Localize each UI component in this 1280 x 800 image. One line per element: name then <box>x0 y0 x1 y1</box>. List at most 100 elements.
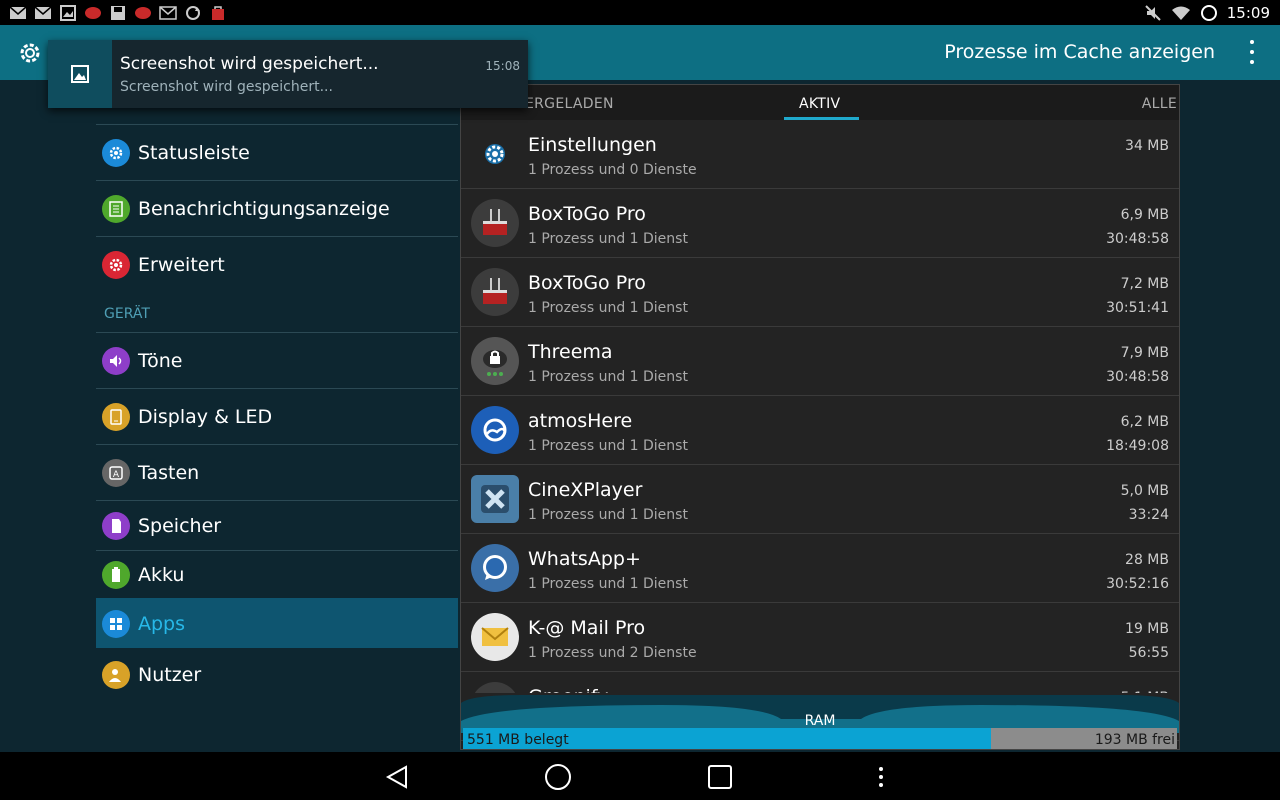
app-name: BoxToGo Pro <box>528 203 646 225</box>
sd-card-icon <box>102 511 130 540</box>
app-name: atmosHere <box>528 410 633 432</box>
list-item[interactable]: Threema 1 Prozess und 1 Dienst 7,9 MB 30… <box>461 327 1179 396</box>
sidebar-item-erweitert[interactable]: Erweitert <box>96 236 458 292</box>
list-item[interactable]: BoxToGo Pro 1 Prozess und 1 Dienst 6,9 M… <box>461 189 1179 258</box>
notification-subtitle: Screenshot wird gespeichert... <box>120 79 333 95</box>
mail-app-icon <box>471 613 519 661</box>
app-memory: 7,9 MB <box>1120 345 1169 361</box>
app-process-info: 1 Prozess und 1 Dienst <box>528 507 688 523</box>
key-icon: A <box>102 458 130 487</box>
notification-time: 15:08 <box>485 59 520 73</box>
app-name: WhatsApp+ <box>528 548 641 570</box>
sidebar-item-label: Nutzer <box>138 664 202 686</box>
tab-bar: ERGELADEN AKTIV ALLE <box>461 85 1179 120</box>
list-item[interactable]: CineXPlayer 1 Prozess und 1 Dienst 5,0 M… <box>461 465 1179 534</box>
app-runtime: 56:55 <box>1128 645 1169 661</box>
app-runtime: 18:49:08 <box>1106 438 1169 454</box>
apps-icon <box>102 609 130 638</box>
back-icon[interactable] <box>382 762 412 792</box>
sidebar-item-label: Apps <box>138 612 186 635</box>
tab-downloaded[interactable]: ERGELADEN <box>525 96 614 112</box>
weather-icon <box>471 406 519 454</box>
sidebar-item-label: Speicher <box>138 514 222 537</box>
wifi-icon <box>1171 3 1191 22</box>
app-process-info: 1 Prozess und 1 Dienst <box>528 576 688 592</box>
ram-used-text: 551 MB belegt <box>467 732 569 748</box>
screenshot-notification[interactable]: Screenshot wird gespeichert... Screensho… <box>48 40 528 108</box>
list-item[interactable]: BoxToGo Pro 1 Prozess und 1 Dienst 7,2 M… <box>461 258 1179 327</box>
navigation-bar <box>0 752 1280 800</box>
mute-icon <box>1143 3 1163 22</box>
list-item[interactable]: WhatsApp+ 1 Prozess und 1 Dienst 28 MB 3… <box>461 534 1179 603</box>
sidebar-item-label: Töne <box>138 349 183 372</box>
list-icon <box>102 194 130 223</box>
status-bar: 15:09 <box>0 0 1280 25</box>
app-memory: 6,9 MB <box>1120 207 1169 223</box>
app-memory: 28 MB <box>1125 552 1169 568</box>
mail-icon <box>158 3 178 22</box>
battery-ring-icon <box>1199 3 1219 22</box>
tab-all[interactable]: ALLE <box>1142 96 1177 112</box>
ram-usage: RAM 551 MB belegt 193 MB frei <box>461 693 1179 749</box>
app-runtime: 33:24 <box>1128 507 1169 523</box>
settings-icon <box>471 130 519 178</box>
sidebar-item-apps[interactable]: Apps <box>96 598 458 648</box>
app-name: K-@ Mail Pro <box>528 617 646 639</box>
user-icon <box>102 661 130 689</box>
home-icon[interactable] <box>543 762 573 792</box>
ram-label: RAM <box>804 713 836 729</box>
sidebar-item-toene[interactable]: Töne <box>96 332 458 388</box>
list-item[interactable]: atmosHere 1 Prozess und 1 Dienst 6,2 MB … <box>461 396 1179 465</box>
app-runtime: 30:51:41 <box>1106 300 1169 316</box>
recents-icon[interactable] <box>705 762 735 792</box>
sidebar-item-tasten[interactable]: A Tasten <box>96 444 458 500</box>
show-cached-processes-button[interactable]: Prozesse im Cache anzeigen <box>944 41 1215 63</box>
sidebar-item-label: Erweitert <box>138 253 225 276</box>
app-name: Einstellungen <box>528 134 657 156</box>
list-item[interactable]: K-@ Mail Pro 1 Prozess und 2 Dienste 19 … <box>461 603 1179 672</box>
app-process-info: 1 Prozess und 0 Dienste <box>528 162 697 178</box>
save-icon <box>108 3 128 22</box>
sidebar-item-akku[interactable]: Akku <box>96 550 458 598</box>
sidebar-item-display-led[interactable]: Display & LED <box>96 388 458 444</box>
overflow-menu-icon[interactable] <box>1242 37 1262 67</box>
whatsapp-icon <box>471 544 519 592</box>
menu-icon[interactable] <box>866 762 896 792</box>
sidebar-item-label: Statusleiste <box>138 141 250 164</box>
app-process-info: 1 Prozess und 1 Dienst <box>528 438 688 454</box>
app-runtime: 30:52:16 <box>1106 576 1169 592</box>
app-name: Threema <box>528 341 613 363</box>
notification-title: Screenshot wird gespeichert... <box>120 54 379 74</box>
sidebar-item-speicher[interactable]: Speicher <box>96 500 458 550</box>
ram-free-text: 193 MB frei <box>1094 732 1175 748</box>
app-memory: 7,2 MB <box>1120 276 1169 292</box>
app-runtime: 30:48:58 <box>1106 369 1169 385</box>
router-icon <box>471 199 519 247</box>
sidebar-item-label: Akku <box>138 563 185 586</box>
tab-active[interactable]: AKTIV <box>799 96 840 112</box>
sidebar-item-label: Tasten <box>138 461 200 484</box>
app-process-info: 1 Prozess und 1 Dienst <box>528 369 688 385</box>
app-process-info: 1 Prozess und 1 Dienst <box>528 300 688 316</box>
mail-icon <box>33 3 53 22</box>
threema-icon <box>471 337 519 385</box>
sidebar-item-nutzer[interactable]: Nutzer <box>96 648 458 702</box>
notification-icons <box>8 3 228 22</box>
app-memory: 34 MB <box>1125 138 1169 154</box>
player-icon <box>471 475 519 523</box>
section-header-geraet: GERÄT <box>104 306 150 322</box>
gear-icon[interactable] <box>18 41 42 69</box>
sidebar-item-benachrichtigungsanzeige[interactable]: Benachrichtigungsanzeige <box>96 180 458 236</box>
shop-icon <box>208 3 228 22</box>
image-icon <box>48 40 112 108</box>
app-runtime: 30:48:58 <box>1106 231 1169 247</box>
app-memory: 19 MB <box>1125 621 1169 637</box>
sidebar-item-statusleiste[interactable]: Statusleiste <box>96 124 458 180</box>
sidebar-item-label: Benachrichtigungsanzeige <box>138 197 390 220</box>
mail-icon <box>8 3 28 22</box>
svg-text:A: A <box>113 470 120 480</box>
list-item[interactable]: Einstellungen 1 Prozess und 0 Dienste 34… <box>461 120 1179 189</box>
app-memory: 5,0 MB <box>1120 483 1169 499</box>
image-icon <box>58 3 78 22</box>
settings-sidebar: Statusleiste Benachrichtigungsanzeige Er… <box>96 124 458 702</box>
